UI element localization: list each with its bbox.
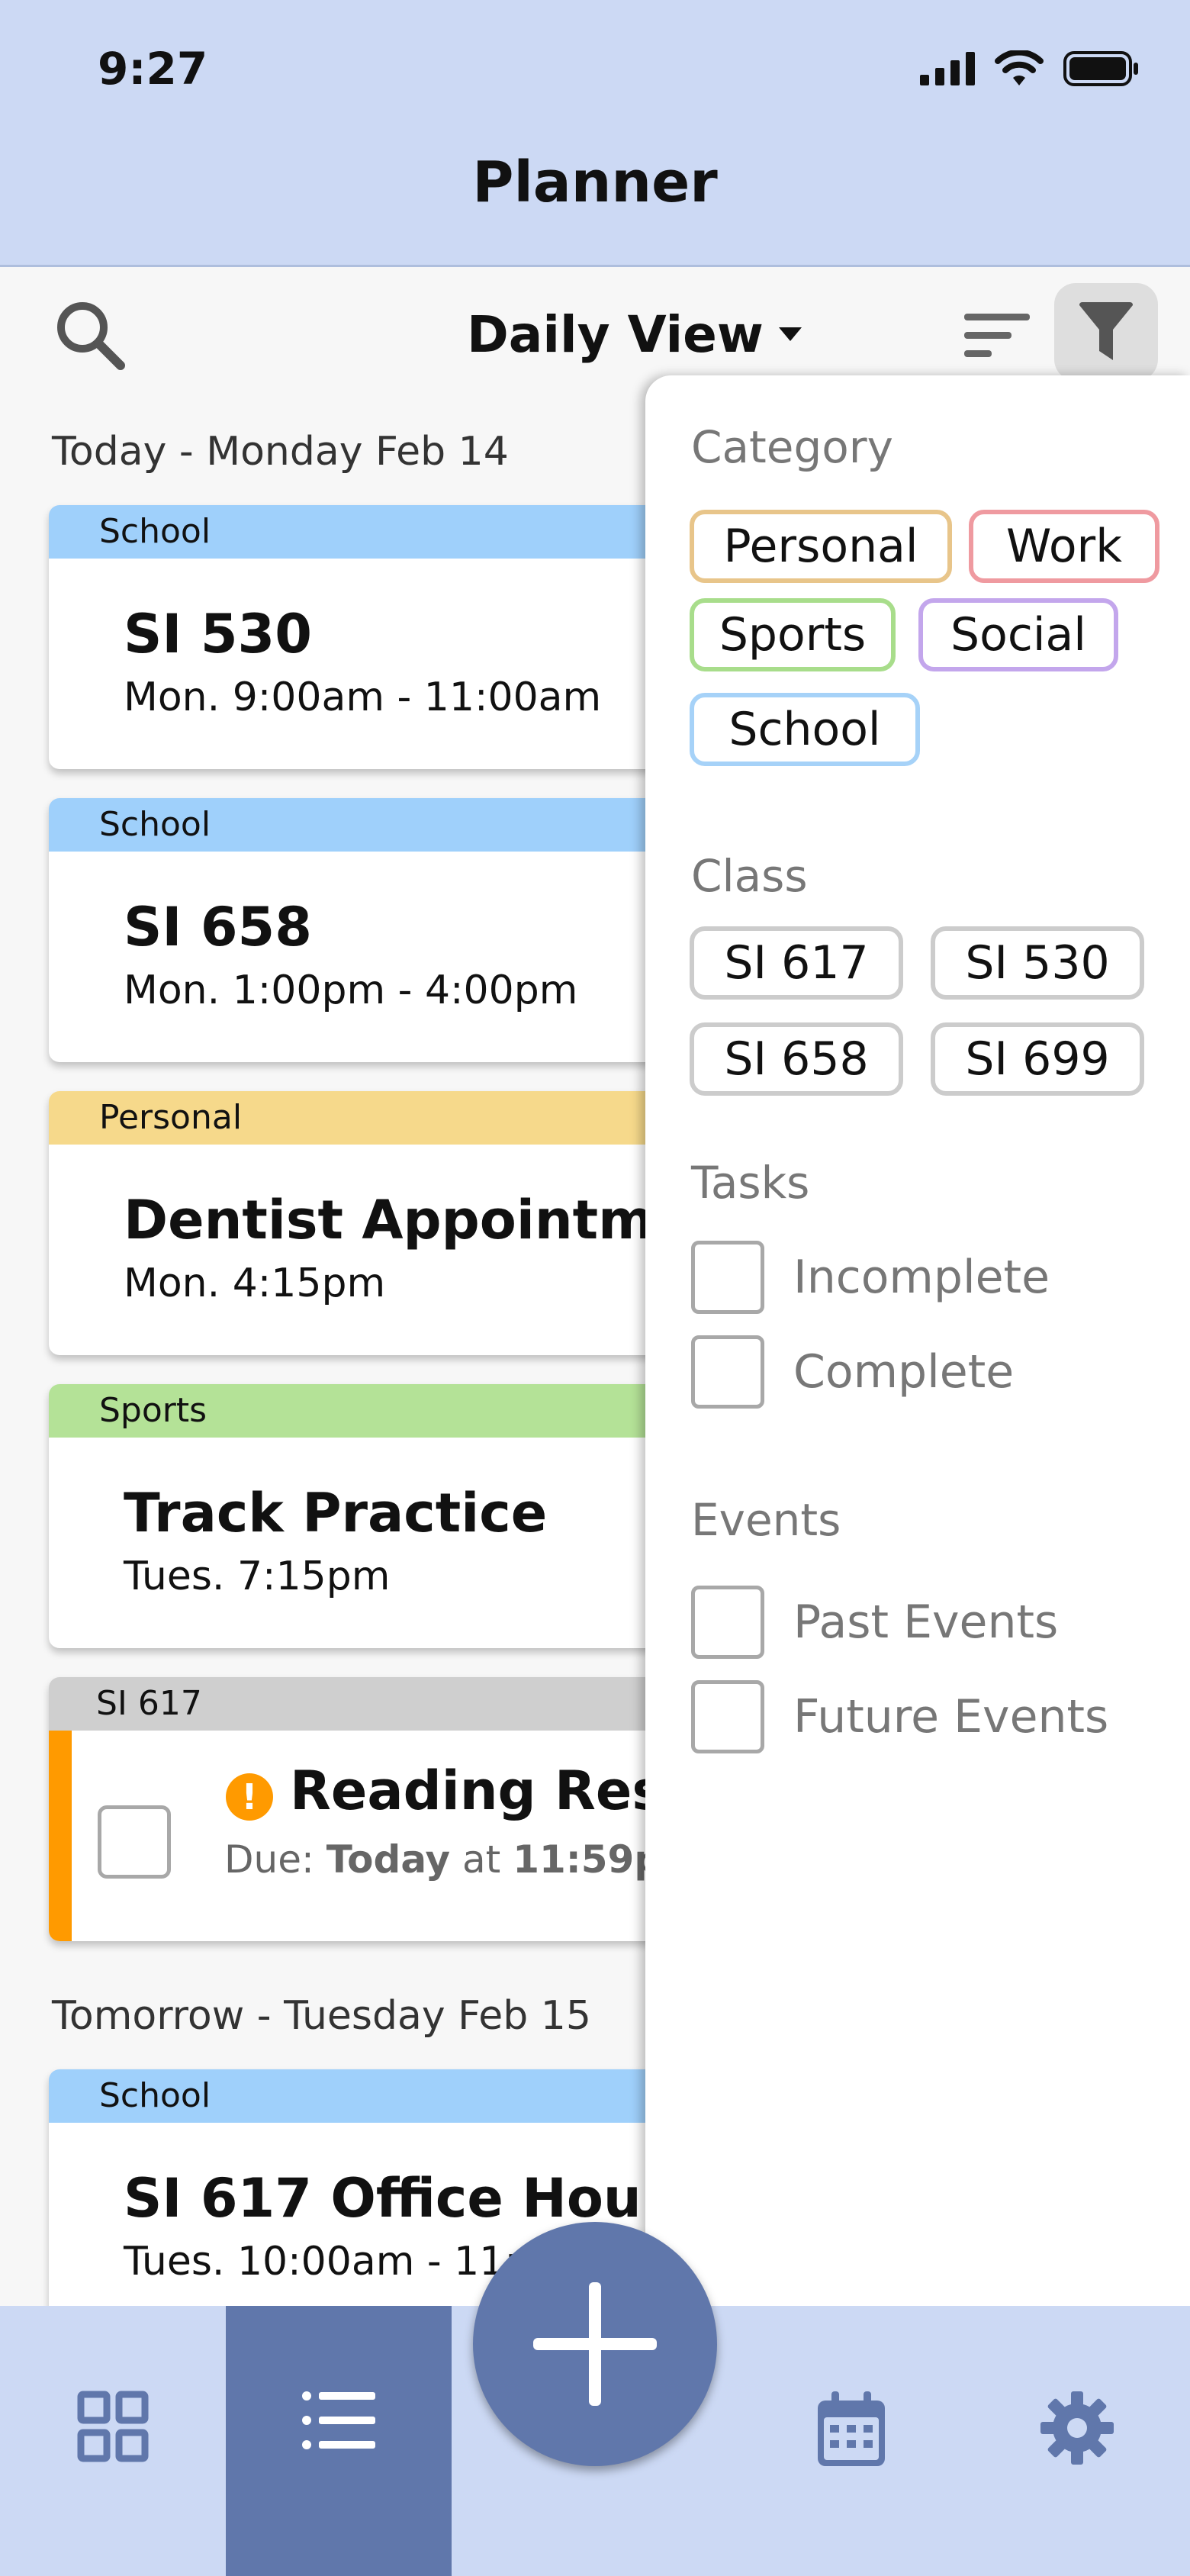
app-bar: 9:27 Planner: [0, 0, 1190, 267]
event-title: SI 617 Office Hours: [124, 2167, 700, 2230]
task-due: Due: Today at 11:59pm: [224, 1837, 701, 1882]
filter-panel: Category Personal Work Sports Social Sch…: [645, 375, 1190, 2306]
class-chip-si-699[interactable]: SI 699: [931, 1022, 1144, 1096]
event-title: SI 530: [124, 603, 312, 665]
task-complete-checkbox[interactable]: [98, 1805, 171, 1879]
dashboard-grid-icon: [77, 2391, 149, 2462]
view-dropdown-label: Daily View: [467, 304, 764, 364]
cellular-signal-icon: [920, 52, 975, 85]
event-time: Mon. 9:00am - 11:00am: [124, 675, 602, 720]
day-heading-tomorrow: Tomorrow - Tuesday Feb 15: [52, 1993, 591, 2039]
class-chip-si-658[interactable]: SI 658: [690, 1022, 903, 1096]
filter-option-future-events[interactable]: Future Events: [691, 1680, 1108, 1753]
nav-settings[interactable]: [964, 2306, 1190, 2576]
incomplete-label: Incomplete: [793, 1251, 1050, 1304]
wifi-icon: [995, 50, 1044, 85]
category-chip-personal[interactable]: Personal: [690, 510, 952, 583]
due-day: Today: [326, 1837, 451, 1882]
events-heading: Events: [691, 1494, 841, 1546]
due-mid: at: [462, 1837, 501, 1882]
battery-icon: [1063, 51, 1138, 86]
list-icon: [302, 2391, 375, 2449]
sort-icon: [964, 314, 1030, 357]
event-time: Mon. 4:15pm: [124, 1261, 386, 1306]
incomplete-checkbox[interactable]: [691, 1241, 764, 1314]
future-events-label: Future Events: [793, 1690, 1109, 1744]
status-icons: [920, 50, 1140, 87]
category-chip-sports[interactable]: Sports: [690, 598, 896, 671]
class-heading: Class: [691, 850, 808, 902]
future-events-checkbox[interactable]: [691, 1680, 764, 1753]
class-chip-si-530[interactable]: SI 530: [931, 926, 1144, 1000]
nav-calendar[interactable]: [738, 2306, 964, 2576]
category-chip-social[interactable]: Social: [918, 598, 1118, 671]
search-button[interactable]: [52, 297, 128, 373]
event-time: Tues. 7:15pm: [124, 1554, 391, 1599]
alert-icon: !: [226, 1773, 273, 1821]
past-events-checkbox[interactable]: [691, 1586, 764, 1659]
event-time: Mon. 1:00pm - 4:00pm: [124, 968, 578, 1013]
gear-icon: [1040, 2391, 1114, 2465]
status-time: 9:27: [98, 43, 208, 95]
day-heading-today: Today - Monday Feb 14: [52, 429, 509, 475]
filter-option-past-events[interactable]: Past Events: [691, 1586, 1058, 1659]
category-heading: Category: [691, 421, 893, 473]
class-chip-si-617[interactable]: SI 617: [690, 926, 903, 1000]
due-prefix: Due:: [224, 1837, 314, 1882]
tasks-heading: Tasks: [691, 1157, 810, 1209]
view-dropdown[interactable]: Daily View: [467, 300, 803, 369]
event-title: SI 658: [124, 896, 312, 958]
complete-checkbox[interactable]: [691, 1335, 764, 1409]
filter-option-incomplete[interactable]: Incomplete: [691, 1241, 1050, 1314]
priority-accent-bar: [49, 1731, 72, 1941]
caret-down-icon: [778, 327, 802, 341]
filter-icon: [1079, 302, 1133, 360]
plus-icon: [533, 2282, 657, 2406]
complete-label: Complete: [793, 1345, 1015, 1399]
nav-list[interactable]: [226, 2306, 452, 2576]
category-chip-school[interactable]: School: [690, 693, 920, 766]
calendar-icon: [818, 2391, 885, 2466]
event-title: Track Practice: [124, 1482, 548, 1544]
search-icon: [57, 302, 125, 370]
add-button[interactable]: [473, 2222, 717, 2466]
sort-button[interactable]: [960, 306, 1036, 367]
past-events-label: Past Events: [793, 1596, 1059, 1649]
page-title: Planner: [472, 150, 718, 215]
category-chip-work[interactable]: Work: [969, 510, 1159, 583]
filter-button[interactable]: [1054, 283, 1158, 381]
filter-option-complete[interactable]: Complete: [691, 1335, 1014, 1409]
nav-dashboard[interactable]: [0, 2306, 226, 2576]
